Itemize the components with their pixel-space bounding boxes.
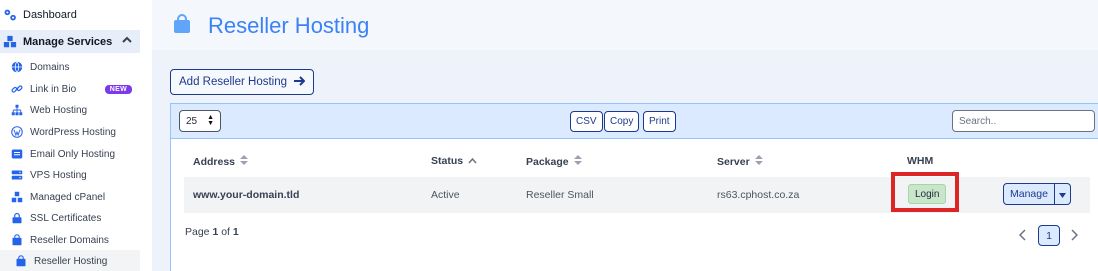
- column-header-address[interactable]: Address: [193, 155, 249, 168]
- bag-icon: [10, 233, 24, 247]
- page-title: Reseller Hosting: [208, 13, 370, 38]
- csv-button[interactable]: CSV: [570, 111, 603, 132]
- envelope-icon: [10, 147, 24, 161]
- current-page: 1: [212, 226, 219, 238]
- boxes-icon: [3, 35, 17, 49]
- cell-server: rs63.cphost.co.za: [717, 189, 800, 201]
- sidebar-item-wordpress-hosting[interactable]: WordPress Hosting: [0, 121, 140, 143]
- sidebar-item-email-only-hosting[interactable]: Email Only Hosting: [0, 143, 140, 165]
- link-icon: [10, 82, 24, 96]
- sidebar-item-reseller-domains[interactable]: Reseller Domains: [0, 229, 140, 251]
- sidebar-item-dashboard[interactable]: Dashboard: [0, 4, 140, 26]
- sidebar: Dashboard Manage Services Domains Link i…: [0, 0, 152, 271]
- sidebar-item-label: Reseller Domains: [30, 234, 109, 246]
- sidebar-item-web-hosting[interactable]: Web Hosting: [0, 99, 140, 121]
- chevron-up-icon: [122, 35, 132, 45]
- page-header: Reseller Hosting: [152, 0, 1098, 50]
- sort-ascending-icon: [468, 155, 477, 167]
- sidebar-item-label: Reseller Hosting: [34, 255, 108, 267]
- sidebar-item-label: WordPress Hosting: [30, 126, 116, 138]
- new-badge: NEW: [104, 84, 132, 94]
- bag-icon: [14, 254, 28, 268]
- pagination-page-1[interactable]: 1: [1038, 225, 1060, 246]
- table-toolbar: 25 ▲ ▼ CSV Copy Print: [171, 104, 1098, 139]
- column-label: Address: [193, 155, 236, 168]
- search-input[interactable]: [952, 110, 1095, 132]
- sidebar-item-reseller-hosting[interactable]: Reseller Hosting: [0, 250, 140, 271]
- sidebar-item-label: Email Only Hosting: [30, 148, 116, 160]
- sidebar-item-ssl-certificates[interactable]: SSL Certificates: [0, 207, 140, 229]
- add-reseller-hosting-button[interactable]: Add Reseller Hosting: [170, 69, 315, 95]
- manage-button[interactable]: Manage: [1003, 183, 1055, 205]
- sidebar-item-label: Domains: [30, 61, 70, 73]
- sidebar-group-manage-services[interactable]: Manage Services: [0, 30, 140, 53]
- sort-icon: [573, 155, 582, 168]
- print-button[interactable]: Print: [643, 111, 676, 132]
- wordpress-icon: [10, 125, 24, 139]
- sort-icon: [240, 155, 249, 168]
- column-header-status[interactable]: Status: [431, 155, 477, 167]
- column-header-whm: WHM: [907, 155, 933, 167]
- services-table-card: 25 ▲▼ CSV Copy Print Address Status Pack…: [170, 103, 1098, 271]
- sort-icon: [754, 155, 763, 168]
- chevron-left-icon[interactable]: [1018, 228, 1031, 242]
- copy-button[interactable]: Copy: [604, 111, 640, 132]
- cell-address: www.your-domain.tld: [193, 189, 300, 201]
- cogs-icon: [3, 8, 17, 22]
- sidebar-item-label: Web Hosting: [30, 104, 88, 116]
- add-button-label: Add Reseller Hosting: [179, 76, 288, 88]
- sidebar-item-vps-hosting[interactable]: VPS Hosting: [0, 164, 140, 186]
- sidebar-item-label: Link in Bio: [30, 83, 77, 95]
- manage-button-group: Manage: [1003, 183, 1071, 205]
- sidebar-item-label: SSL Certificates: [30, 212, 102, 224]
- lock-icon: [10, 211, 24, 225]
- cubes-icon: [10, 190, 24, 204]
- chevron-right-icon[interactable]: [1070, 228, 1082, 242]
- arrow-right-icon: [293, 75, 306, 90]
- server-icon: [10, 168, 24, 182]
- sidebar-item-label: Managed cPanel: [30, 191, 106, 203]
- column-label: Package: [526, 155, 569, 168]
- whm-login-button[interactable]: Login: [908, 184, 947, 204]
- sidebar-item-label: Dashboard: [23, 9, 77, 21]
- total-pages: 1: [232, 226, 239, 238]
- column-header-package[interactable]: Package: [526, 155, 582, 168]
- sidebar-item-label: VPS Hosting: [30, 169, 87, 181]
- manage-dropdown-toggle[interactable]: [1054, 183, 1071, 205]
- page-word: Page: [185, 226, 210, 238]
- column-header-server[interactable]: Server: [717, 155, 763, 168]
- column-label: Server: [717, 155, 750, 168]
- sidebar-item-managed-cpanel[interactable]: Managed cPanel: [0, 186, 140, 208]
- column-label: WHM: [907, 155, 934, 167]
- cell-package: Reseller Small: [526, 189, 594, 201]
- caret-down-icon: [1058, 185, 1066, 203]
- shopping-bag-icon: [172, 14, 192, 34]
- main-content: Reseller Hosting Add Reseller Hosting 25…: [152, 0, 1098, 271]
- sitemap-icon: [10, 103, 24, 117]
- sidebar-item-domains[interactable]: Domains: [0, 56, 140, 78]
- column-label: Status: [431, 155, 464, 167]
- page-length-select[interactable]: 25 ▲ ▼: [179, 110, 221, 132]
- sidebar-item-link-in-bio[interactable]: Link in Bio NEW: [0, 78, 140, 100]
- sidebar-group-label: Manage Services: [23, 35, 113, 48]
- globe-icon: [10, 60, 24, 74]
- cell-status: Active: [431, 189, 460, 201]
- page-info: Page 1 of 1: [185, 226, 239, 238]
- page-length-value: 25: [186, 115, 198, 127]
- of-word: of: [221, 226, 230, 238]
- select-arrows-icon: ▲ ▼: [207, 114, 214, 127]
